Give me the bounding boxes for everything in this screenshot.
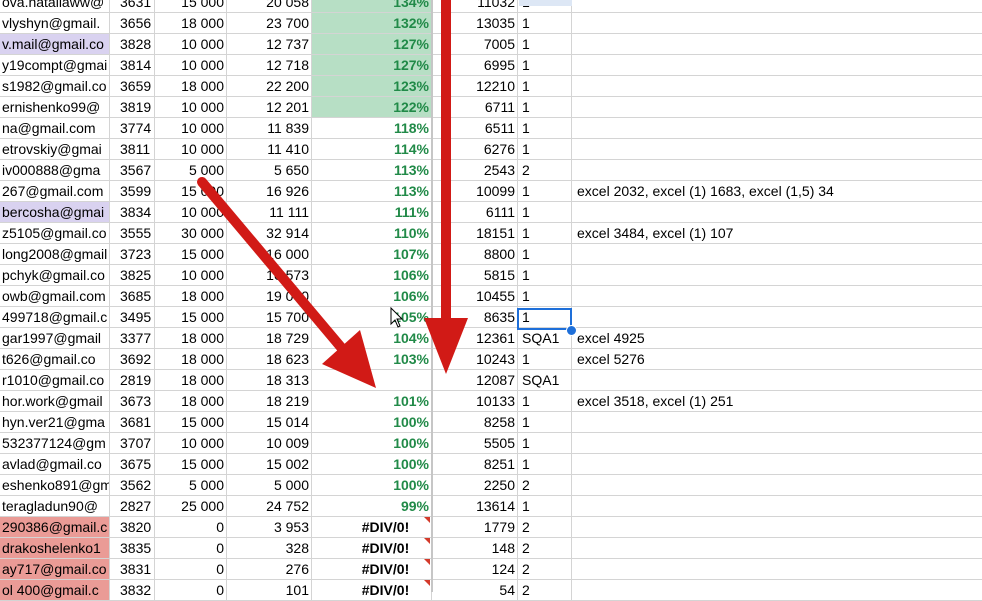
mouse-cursor-icon: [390, 307, 404, 328]
arrow-vertical: [424, 0, 468, 374]
arrow-diagonal: [197, 177, 376, 388]
annotation-arrows: [197, 0, 468, 388]
